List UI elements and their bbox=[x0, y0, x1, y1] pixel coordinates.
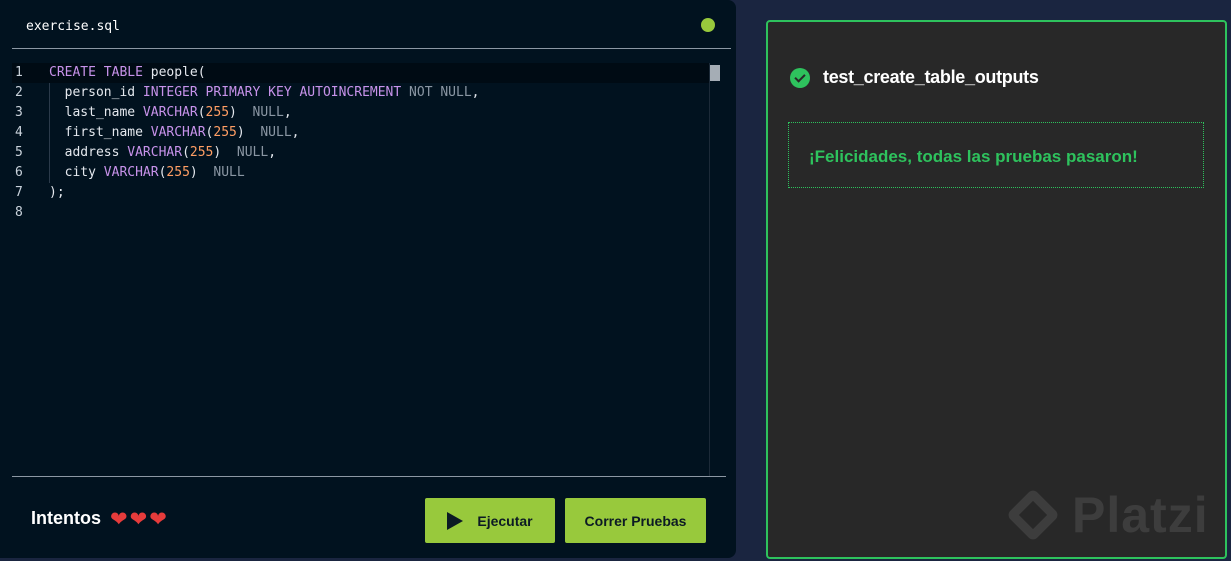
code-token: city bbox=[49, 165, 104, 180]
code-token: ); bbox=[49, 185, 65, 200]
editor-header: exercise.sql bbox=[12, 0, 731, 49]
code-token: 255 bbox=[189, 145, 214, 160]
code-token: CREATE bbox=[49, 65, 96, 80]
code-area[interactable]: 1 CREATE TABLE people(2 person_id INTEGER… bbox=[12, 63, 726, 476]
footer-divider bbox=[12, 476, 726, 477]
code-token: ) bbox=[213, 145, 237, 160]
code-token: NULL bbox=[252, 105, 284, 120]
code-token: ( bbox=[197, 105, 206, 120]
code-token: NOT NULL bbox=[409, 85, 472, 100]
code-token: INTEGER bbox=[142, 85, 198, 100]
code-token: ) bbox=[229, 105, 253, 120]
code-token: ( bbox=[182, 145, 190, 160]
test-name: test_create_table_outputs bbox=[823, 67, 1039, 87]
code-token: ) bbox=[236, 125, 261, 140]
run-tests-button[interactable]: Correr Pruebas bbox=[565, 498, 706, 543]
code-line[interactable]: 8 bbox=[12, 203, 710, 223]
status-indicator-icon bbox=[701, 18, 715, 32]
code-token: 255 bbox=[213, 125, 237, 140]
code-token: VARCHAR bbox=[103, 165, 159, 180]
code-line[interactable]: 7); bbox=[12, 183, 710, 203]
heart-icon: ❤ bbox=[110, 507, 128, 531]
code-token: 255 bbox=[205, 105, 230, 120]
code-token: ) bbox=[189, 165, 214, 180]
line-number: 5 bbox=[15, 145, 23, 160]
scrollbar-thumb[interactable] bbox=[710, 65, 720, 81]
line-content: first_name VARCHAR(255) NULL, bbox=[49, 123, 300, 143]
line-content: CREATE TABLE people( bbox=[49, 63, 206, 83]
code-token: address bbox=[49, 145, 128, 160]
code-token: , bbox=[283, 105, 292, 120]
line-number: 8 bbox=[15, 205, 23, 220]
run-button[interactable]: Ejecutar bbox=[425, 498, 555, 543]
line-content: address VARCHAR(255) NULL, bbox=[49, 143, 276, 163]
line-number: 1 bbox=[15, 65, 23, 80]
file-name: exercise.sql bbox=[26, 19, 120, 34]
platzi-logo-icon bbox=[1006, 488, 1060, 542]
code-token: people( bbox=[142, 65, 206, 80]
check-circle-icon bbox=[790, 67, 810, 88]
code-token: PRIMARY KEY bbox=[205, 85, 292, 100]
code-token: VARCHAR bbox=[150, 125, 206, 140]
play-icon bbox=[447, 511, 464, 530]
code-line[interactable]: 2 person_id INTEGER PRIMARY KEY AUTOINCR… bbox=[12, 83, 710, 103]
code-token: NULL bbox=[213, 165, 245, 180]
line-number: 7 bbox=[15, 185, 23, 200]
code-editor-panel: exercise.sql 1 CREATE TABLE people(2 pers… bbox=[0, 0, 736, 558]
code-token: TABLE bbox=[103, 65, 143, 80]
line-number: 2 bbox=[15, 85, 23, 100]
code-token: person_id bbox=[49, 85, 143, 100]
line-number: 4 bbox=[15, 125, 23, 140]
code-token: last_name bbox=[49, 105, 143, 120]
code-token: 255 bbox=[166, 165, 190, 180]
code-token: , bbox=[268, 145, 277, 160]
test-result-header: test_create_table_outputs bbox=[790, 67, 1039, 88]
line-content: city VARCHAR(255) NULL bbox=[49, 163, 245, 183]
code-line[interactable]: 3 last_name VARCHAR(255) NULL, bbox=[12, 103, 710, 123]
platzi-watermark: Platzi bbox=[1006, 486, 1209, 544]
watermark-text: Platzi bbox=[1072, 487, 1209, 543]
code-token: first_name bbox=[49, 125, 151, 140]
line-content: person_id INTEGER PRIMARY KEY AUTOINCREM… bbox=[49, 83, 480, 103]
attempts-label: Intentos bbox=[31, 508, 101, 528]
attempts-hearts: ❤ ❤ ❤ bbox=[110, 507, 167, 531]
run-button-label: Ejecutar bbox=[477, 512, 533, 529]
code-token: VARCHAR bbox=[142, 105, 198, 120]
code-line[interactable]: 1 CREATE TABLE people( bbox=[12, 63, 710, 83]
code-token: NULL bbox=[236, 145, 269, 160]
test-results-panel: test_create_table_outputs ¡Felicidades, … bbox=[766, 20, 1227, 559]
success-message-box: ¡Felicidades, todas las pruebas pasaron! bbox=[788, 122, 1204, 188]
code-token: VARCHAR bbox=[127, 145, 183, 160]
scroll-gutter bbox=[709, 63, 710, 476]
line-number: 6 bbox=[15, 165, 23, 180]
code-token: , bbox=[471, 85, 480, 100]
code-line[interactable]: 5 address VARCHAR(255) NULL, bbox=[12, 143, 710, 163]
heart-icon: ❤ bbox=[149, 507, 167, 531]
code-token: AUTOINCREMENT bbox=[299, 85, 402, 100]
line-content: ); bbox=[49, 183, 65, 203]
success-message: ¡Felicidades, todas las pruebas pasaron! bbox=[809, 147, 1138, 166]
line-number: 3 bbox=[15, 105, 23, 120]
code-token: , bbox=[291, 125, 300, 140]
code-token: NULL bbox=[260, 125, 292, 140]
line-content: last_name VARCHAR(255) NULL, bbox=[49, 103, 292, 123]
run-tests-button-label: Correr Pruebas bbox=[584, 512, 687, 529]
code-line[interactable]: 6 city VARCHAR(255) NULL bbox=[12, 163, 710, 183]
heart-icon: ❤ bbox=[129, 507, 148, 531]
code-line[interactable]: 4 first_name VARCHAR(255) NULL, bbox=[12, 123, 710, 143]
